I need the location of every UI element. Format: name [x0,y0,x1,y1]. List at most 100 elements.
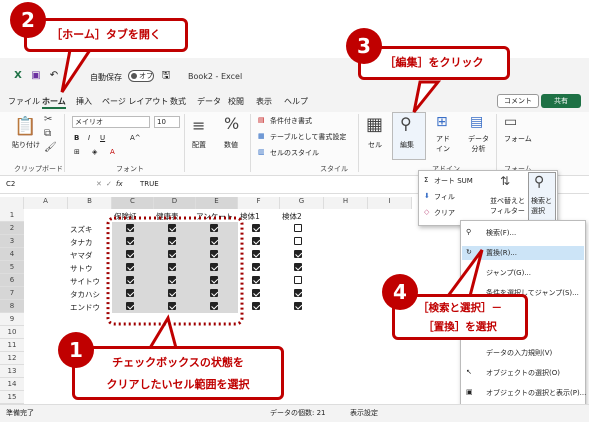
tab-data[interactable]: データ [197,96,221,107]
format-painter-icon[interactable]: 🖌 [44,142,57,153]
autosave-toggle[interactable]: オフ [128,70,154,82]
underline-icon[interactable]: U [100,134,105,142]
cells-icon[interactable]: ▦ [366,114,383,135]
checkbox[interactable] [210,289,218,297]
column-header[interactable]: D [154,197,196,209]
checkbox[interactable] [126,302,134,310]
checkbox[interactable] [294,289,302,297]
copy-icon[interactable]: ⧉ [44,128,51,139]
tab-insert[interactable]: 挿入 [76,96,92,107]
tab-page-layout[interactable]: ページ レイアウト [102,96,168,107]
cancel-icon[interactable]: ✕ [96,180,102,188]
dropdown-item[interactable]: データの入力規則(V) [486,348,552,358]
checkbox[interactable] [294,237,302,245]
function-icon[interactable]: fx [116,180,123,188]
enter-icon[interactable]: ✓ [106,180,112,188]
tab-review[interactable]: 校閲 [228,96,244,107]
comment-button[interactable]: コメント [497,94,539,108]
formula-input[interactable]: TRUE [140,180,159,188]
checkbox[interactable] [210,250,218,258]
checkbox[interactable] [252,224,260,232]
number-label[interactable]: 数値 [224,140,238,150]
row-header[interactable]: 2 [0,222,24,235]
chevron-down-icon[interactable]: ▾ [62,70,74,82]
checkbox[interactable] [294,224,302,232]
percent-icon[interactable]: % [224,114,239,133]
column-header[interactable]: H [324,197,368,209]
checkbox[interactable] [126,250,134,258]
font-size-select[interactable]: 10 [154,116,180,128]
fill-button[interactable]: フィル [434,192,455,202]
align-icon[interactable]: ≡ [192,116,205,135]
dropdown-item[interactable]: 検索(F)... [486,228,516,238]
row-header[interactable]: 3 [0,235,24,248]
checkbox[interactable] [126,263,134,271]
fill-color-icon[interactable]: ◈ [92,148,97,156]
checkbox[interactable] [210,263,218,271]
border-icon[interactable]: ⊞ [74,148,80,156]
checkbox[interactable] [294,263,302,271]
checkbox[interactable] [210,224,218,232]
row-header[interactable]: 6 [0,274,24,287]
checkbox[interactable] [168,276,176,284]
checkbox[interactable] [252,237,260,245]
cell-style-button[interactable]: セルのスタイル [270,148,319,158]
checkbox[interactable] [252,250,260,258]
column-header[interactable]: F [238,197,280,209]
italic-icon[interactable]: I [88,134,90,142]
font-name-select[interactable]: メイリオ [72,116,150,128]
checkbox[interactable] [252,263,260,271]
share-button[interactable]: 共有 [541,94,581,108]
sort-filter-button[interactable]: 並べ替えと フィルター [490,196,525,216]
table-format-button[interactable]: テーブルとして書式設定 [270,132,346,142]
tab-help[interactable]: ヘルプ [284,96,308,107]
checkbox[interactable] [252,276,260,284]
cut-icon[interactable]: ✂ [44,114,52,125]
checkbox[interactable] [126,224,134,232]
save-icon[interactable]: 🖫 [160,70,172,82]
dropdown-item[interactable]: オブジェクトの選択(O) [486,368,560,378]
checkbox[interactable] [168,250,176,258]
column-header[interactable]: B [68,197,112,209]
tab-home[interactable]: ホーム [42,96,66,109]
row-header[interactable]: 7 [0,287,24,300]
font-grow-icon[interactable]: A^ [130,134,141,142]
align-label[interactable]: 配置 [192,140,206,150]
select-all[interactable] [0,197,24,209]
checkbox[interactable] [294,276,302,284]
checkbox[interactable] [168,289,176,297]
data-analysis-icon[interactable]: ▤ [470,114,483,130]
bold-icon[interactable]: B [74,134,79,142]
checkbox[interactable] [210,237,218,245]
checkbox[interactable] [210,302,218,310]
row-header[interactable]: 12 [0,352,24,365]
checkbox[interactable] [168,302,176,310]
checkbox[interactable] [252,289,260,297]
column-header[interactable]: I [368,197,412,209]
cells-button[interactable]: セル [368,140,382,150]
column-header[interactable]: E [196,197,238,209]
checkbox[interactable] [294,250,302,258]
cond-format-button[interactable]: 条件付き書式 [270,116,312,126]
checkbox[interactable] [168,237,176,245]
addin-icon[interactable]: ⊞ [436,114,448,130]
paste-icon[interactable]: 📋 [14,116,36,137]
row-header[interactable]: 5 [0,261,24,274]
column-header[interactable]: A [24,197,68,209]
checkbox[interactable] [126,276,134,284]
row-header[interactable]: 9 [0,313,24,326]
checkbox[interactable] [294,302,302,310]
clear-button[interactable]: クリア [434,208,455,218]
display-settings-button[interactable]: 表示設定 [350,408,378,418]
undo-icon[interactable]: ↶ [48,70,60,82]
checkbox[interactable] [126,237,134,245]
row-header[interactable]: 1 [0,209,24,222]
name-box[interactable]: C2 [4,179,64,191]
column-header[interactable]: G [280,197,324,209]
row-header[interactable]: 10 [0,326,24,339]
tab-formulas[interactable]: 数式 [170,96,186,107]
column-header[interactable]: C [112,197,154,209]
checkbox[interactable] [210,276,218,284]
row-header[interactable]: 4 [0,248,24,261]
row-header[interactable]: 14 [0,378,24,391]
